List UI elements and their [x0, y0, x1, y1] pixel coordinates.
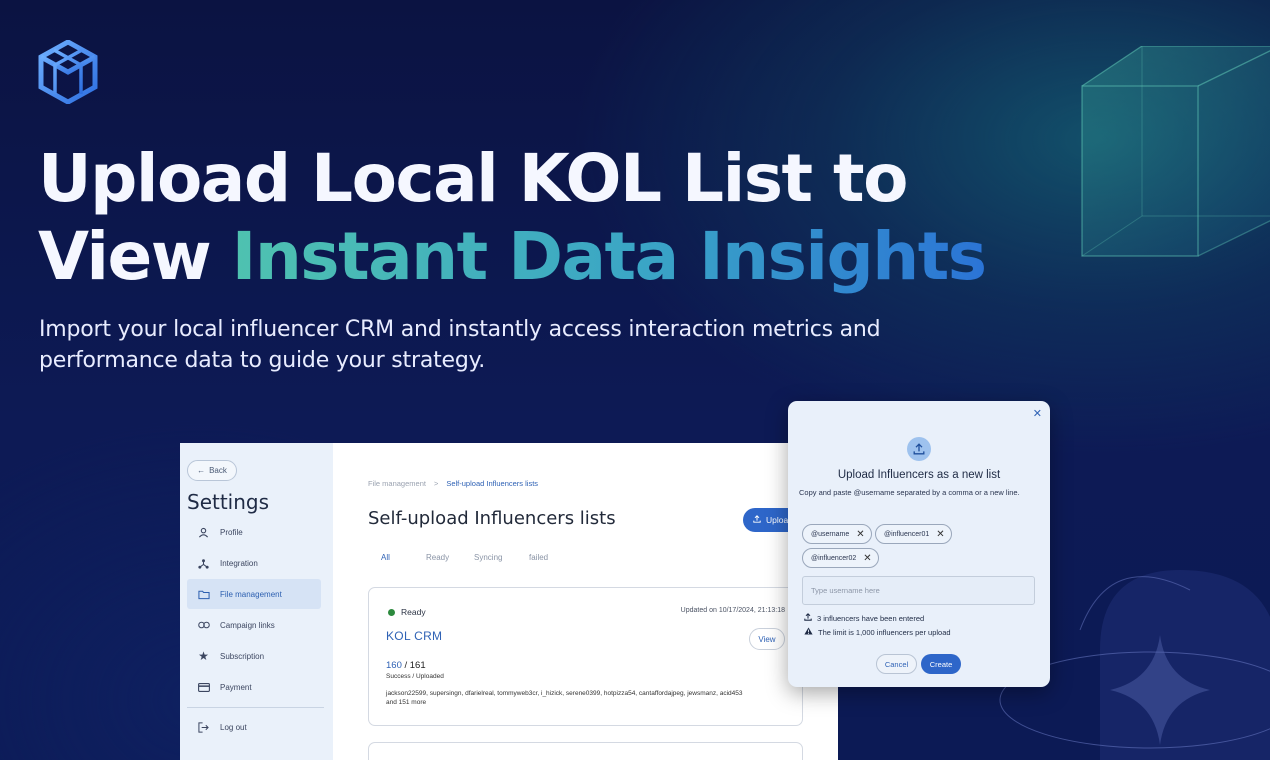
- cancel-button[interactable]: Cancel: [876, 654, 917, 674]
- warning-icon: [804, 627, 813, 637]
- influencer-names: jackson22599, supersingn, dfarielreal, t…: [386, 689, 791, 707]
- tab-all[interactable]: All: [368, 553, 413, 562]
- sidebar-item-label: Profile: [220, 527, 243, 537]
- upload-count: 160 / 161: [386, 660, 426, 671]
- arrow-left-icon: ←: [197, 466, 206, 475]
- hero-title: Upload Local KOL List to View Instant Da…: [38, 140, 987, 296]
- tab-syncing[interactable]: Syncing: [461, 553, 516, 562]
- modal-title: Upload Influencers as a new list: [837, 469, 1001, 481]
- hero-title-accent: Instant Data Insights: [231, 218, 987, 295]
- sidebar-item-label: Integration: [220, 558, 258, 568]
- names-list: jackson22599, supersingn, dfarielreal, t…: [386, 690, 743, 697]
- upload-modal: ✕ Upload Influencers as a new list Copy …: [788, 401, 1050, 687]
- total-count: / 161: [404, 660, 426, 671]
- sidebar-item-label: Payment: [220, 682, 252, 692]
- person-icon: [197, 526, 210, 539]
- chip-label: @influencer02: [811, 554, 857, 562]
- upload-circle-icon: [907, 437, 931, 461]
- sidebar-divider: [187, 707, 324, 708]
- sidebar-item-file-management[interactable]: File management: [187, 579, 321, 609]
- sidebar-item-payment[interactable]: Payment: [187, 672, 321, 702]
- breadcrumb: File management > Self-upload Influencer…: [368, 479, 538, 488]
- remove-icon[interactable]: ✕: [936, 529, 944, 540]
- entered-text: 3 influencers have been entered: [817, 613, 925, 623]
- remove-icon[interactable]: ✕: [863, 553, 871, 564]
- sidebar-item-label: File management: [220, 589, 282, 599]
- list-card-partial: [368, 742, 803, 760]
- card-icon: [197, 681, 210, 694]
- hero-title-line1: Upload Local KOL List to: [38, 140, 908, 217]
- hero-title-line2: View Instant Data Insights: [38, 218, 987, 296]
- integration-icon: [197, 557, 210, 570]
- success-count: 160: [386, 660, 402, 671]
- limit-text: The limit is 1,000 influencers per uploa…: [818, 627, 951, 637]
- glass-cube-decoration: [1081, 46, 1270, 257]
- upload-icon: [753, 515, 761, 525]
- app-window: ← Back Settings Profile Integration File…: [180, 443, 838, 760]
- sidebar-item-subscription[interactable]: ★ Subscription: [187, 641, 321, 671]
- username-chip: @influencer01 ✕: [875, 524, 952, 544]
- view-button[interactable]: View: [749, 628, 785, 650]
- updated-timestamp: Updated on 10/17/2024, 21:13:18: [680, 607, 785, 614]
- status-badge: Ready: [388, 607, 426, 617]
- status-label: Ready: [401, 607, 426, 617]
- close-icon[interactable]: ✕: [1033, 407, 1042, 420]
- entered-info: 3 influencers have been entered: [804, 613, 924, 623]
- tab-failed[interactable]: failed: [516, 553, 561, 562]
- back-button[interactable]: ← Back: [187, 460, 237, 481]
- chevron-right-icon: >: [433, 479, 439, 488]
- remove-icon[interactable]: ✕: [856, 529, 864, 540]
- chip-label: @influencer01: [884, 530, 930, 538]
- breadcrumb-current: Self-upload Influencers lists: [446, 479, 539, 488]
- sidebar-item-label: Subscription: [220, 651, 265, 661]
- count-label: Success / Uploaded: [386, 673, 444, 680]
- username-input[interactable]: Type username here: [802, 576, 1035, 605]
- username-chip: @influencer02 ✕: [802, 548, 879, 568]
- logout-button[interactable]: Log out: [187, 712, 321, 742]
- sidebar-item-campaign-links[interactable]: Campaign links: [187, 610, 321, 640]
- sidebar-item-profile[interactable]: Profile: [187, 517, 321, 547]
- main-content: File management > Self-upload Influencer…: [333, 443, 838, 760]
- names-more: and 151 more: [386, 699, 427, 706]
- back-label: Back: [209, 466, 227, 475]
- link-icon: [197, 619, 210, 632]
- tab-ready[interactable]: Ready: [413, 553, 461, 562]
- status-dot: [388, 608, 395, 616]
- logout-icon: [197, 721, 210, 734]
- hero-subtitle: Import your local influencer CRM and ins…: [39, 317, 881, 373]
- status-tabs: All Ready Syncing failed: [368, 553, 561, 562]
- logout-label: Log out: [220, 722, 247, 732]
- username-chip: @username ✕: [802, 524, 872, 544]
- brand-logo: [38, 40, 98, 104]
- breadcrumb-item[interactable]: File management: [368, 479, 426, 488]
- settings-sidebar: ← Back Settings Profile Integration File…: [180, 443, 333, 760]
- create-button[interactable]: Create: [921, 654, 961, 674]
- settings-title: Settings: [187, 490, 270, 514]
- chip-label: @username: [811, 530, 850, 538]
- sidebar-item-integration[interactable]: Integration: [187, 548, 321, 578]
- sidebar-item-label: Campaign links: [220, 620, 275, 630]
- upload-small-icon: [804, 613, 812, 623]
- modal-description: Copy and paste @username separated by a …: [799, 488, 1020, 497]
- list-name: KOL CRM: [386, 629, 443, 643]
- star-icon: ★: [198, 649, 209, 663]
- list-card: Ready Updated on 10/17/2024, 21:13:18 KO…: [368, 587, 803, 726]
- folder-icon: [197, 588, 210, 601]
- limit-info: The limit is 1,000 influencers per uploa…: [804, 627, 951, 637]
- hero-title-plain: View: [38, 218, 212, 295]
- page-title: Self-upload Influencers lists: [368, 508, 616, 529]
